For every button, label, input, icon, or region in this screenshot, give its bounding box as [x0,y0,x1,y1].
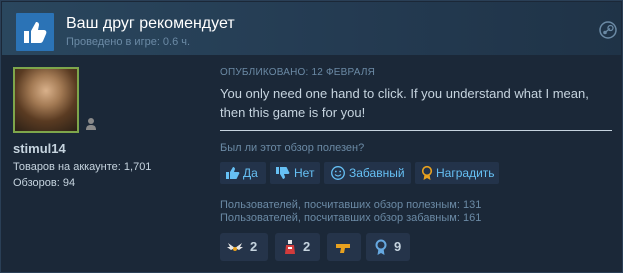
thumbs-down-icon [276,167,290,179]
playtime: Проведено в игре: 0.6 ч. [66,36,191,48]
recommendation-title: Ваш друг рекомендует [66,15,235,32]
recommended-badge [16,13,54,51]
medal-award-icon [375,239,387,255]
award-count: 2 [303,239,311,254]
avatar[interactable] [13,67,79,133]
smiley-icon [331,166,345,180]
vote-yes-label: Да [243,166,258,180]
award-count: 2 [250,239,258,254]
author-reviews[interactable]: Обзоров: 94 [13,177,75,189]
divider [220,130,612,131]
vote-funny-label: Забавный [349,166,405,180]
review-header: Ваш друг рекомендует Проведено в игре: 0… [2,2,621,55]
award-badge[interactable]: 2 [220,233,268,261]
award-count: 9 [394,239,402,254]
potion-award-icon [285,240,295,254]
author-products[interactable]: Товаров на аккаунте: 1,701 [13,161,151,173]
pistol-award-icon [336,244,350,253]
thumbs-up-icon [24,22,47,43]
thumbs-up-icon [226,167,240,179]
award-badge[interactable]: 2 [275,233,320,261]
award-ribbon-icon [421,165,433,180]
author-username[interactable]: stimul14 [13,141,66,156]
award-button[interactable]: Наградить [415,162,499,184]
vote-no-label: Нет [294,166,315,180]
helpful-count: Пользователей, посчитавших обзор полезны… [220,199,482,211]
award-label: Наградить [436,166,495,180]
vote-yes-button[interactable]: Да [220,162,266,184]
funny-count: Пользователей, посчитавших обзор забавны… [220,212,482,224]
posted-date: ОПУБЛИКОВАНО: 12 ФЕВРАЛЯ [220,67,376,78]
review-card: Ваш друг рекомендует Проведено в игре: 0… [0,0,623,273]
vote-funny-button[interactable]: Забавный [324,162,411,184]
wings-award-icon [227,243,243,251]
user-status-icon [86,118,96,130]
vote-no-button[interactable]: Нет [270,162,320,184]
award-badge[interactable]: 9 [366,233,410,261]
award-badge[interactable] [327,233,361,261]
helpful-question: Был ли этот обзор полезен? [220,142,365,154]
steam-logo-icon [599,21,617,39]
review-text: You only need one hand to click. If you … [220,86,589,120]
